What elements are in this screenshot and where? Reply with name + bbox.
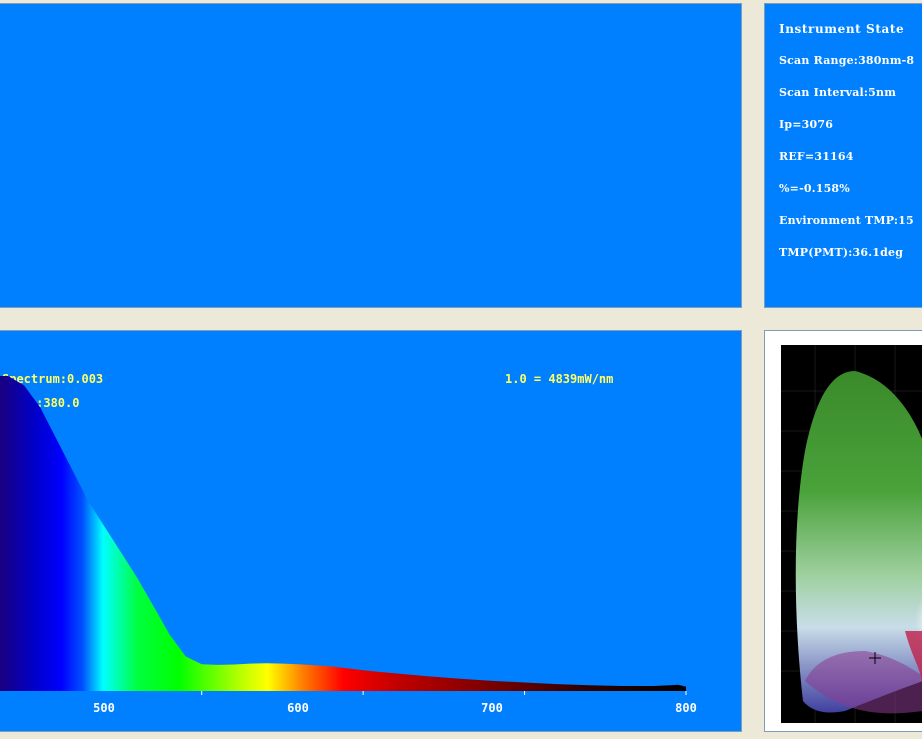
cie-diagram[interactable] <box>765 331 922 732</box>
top-display-panel <box>0 3 742 308</box>
scan-interval-text: Scan Interval:5nm <box>779 86 897 99</box>
spectrum-panel: Spectrum:0.003 h(nm):380.0 1.0 = 4839mW/… <box>0 330 742 732</box>
pmt-tmp-text: TMP(PMT):36.1deg <box>779 246 904 259</box>
instrument-state-title: Instrument State <box>779 22 905 36</box>
x-axis-ticks <box>201 691 687 695</box>
percent-text: %=-0.158% <box>779 182 850 195</box>
scan-range-text: Scan Range:380nm-8 <box>779 54 915 67</box>
x-tick-label-700: 700 <box>481 701 503 715</box>
ref-text: REF=31164 <box>779 150 854 163</box>
environment-tmp-text: Environment TMP:15 <box>779 214 914 227</box>
spectrum-chart[interactable] <box>0 331 742 732</box>
x-tick-label-800: 800 <box>675 701 697 715</box>
ip-text: Ip=3076 <box>779 118 834 131</box>
x-tick-label-500: 500 <box>93 701 115 715</box>
instrument-state-panel: Instrument State Scan Range:380nm-8 Scan… <box>764 3 922 308</box>
x-tick-label-600: 600 <box>287 701 309 715</box>
cie-chromaticity-panel <box>764 330 922 732</box>
spectrum-area <box>0 376 686 691</box>
